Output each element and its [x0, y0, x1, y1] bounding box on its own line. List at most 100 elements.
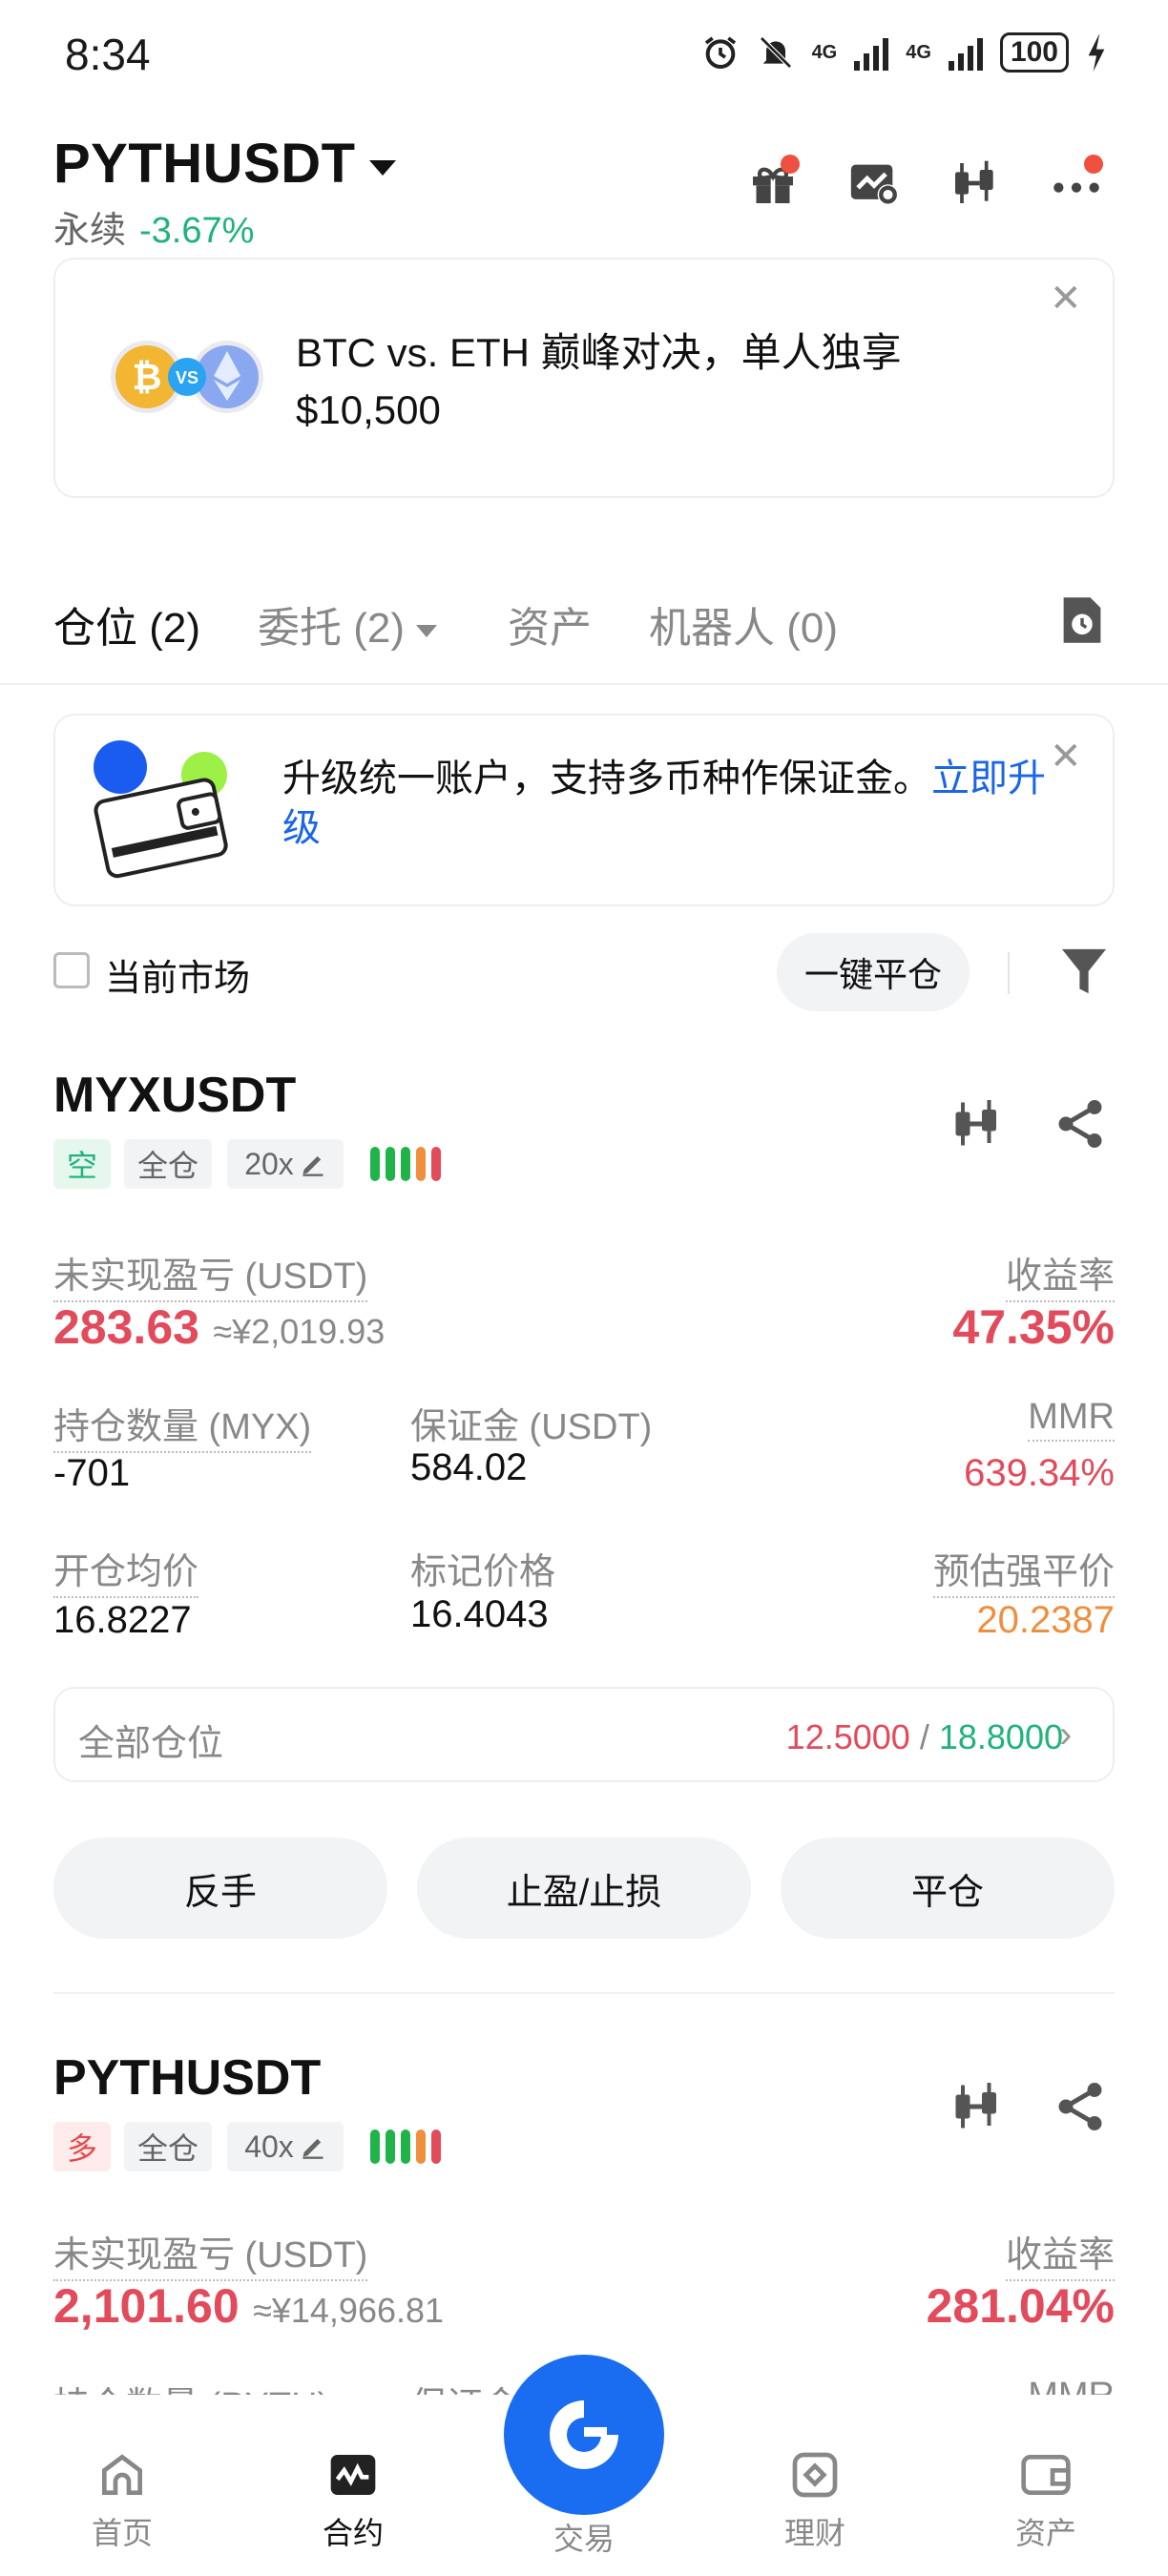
chart-settings-button[interactable]	[844, 153, 905, 214]
share-icon	[1058, 1100, 1102, 1148]
nav-trade-label[interactable]: 交易	[538, 2515, 630, 2559]
take-profit-value: 12.5000	[785, 1717, 910, 1756]
chart-button[interactable]	[949, 1095, 1006, 1157]
contract-type: 永续	[53, 211, 127, 251]
price-change: -3.67%	[139, 211, 255, 251]
tab-orders-label: 委托 (2)	[258, 605, 405, 652]
caret-down-icon	[416, 624, 437, 637]
filter-button[interactable]	[1057, 943, 1111, 1000]
pair-title: PYTHUSDT	[53, 133, 356, 195]
nav-assets-label: 资产	[1014, 2516, 1076, 2550]
history-doc-icon	[1063, 597, 1101, 643]
pair-selector[interactable]: PYTHUSDT	[53, 132, 396, 196]
wallet-icon	[1021, 2455, 1071, 2495]
promo-close-icon[interactable]: ✕	[1050, 277, 1082, 321]
tp-sl-separator: /	[919, 1717, 929, 1756]
candlestick-icon	[955, 2083, 996, 2129]
candlestick-button[interactable]	[945, 153, 1006, 214]
nav-futures[interactable]: 合约	[277, 2448, 429, 2553]
close-position-button[interactable]: 平仓	[781, 1838, 1115, 1939]
unrealized-pnl-label: 未实现盈亏 (USDT)	[53, 2225, 368, 2281]
divider	[53, 1992, 1115, 1994]
signal-icon	[854, 34, 889, 71]
alarm-icon	[704, 36, 736, 69]
leverage-badge[interactable]: 20x	[227, 1139, 344, 1189]
leverage-value: 40x	[244, 2129, 294, 2164]
tab-bots[interactable]: 机器人 (0)	[649, 593, 838, 654]
margin-label: 保证金 (USDT)	[410, 1407, 653, 1447]
unrealized-pnl-cny: ≈¥2,019.93	[213, 1312, 386, 1351]
mute-bell-icon	[759, 36, 792, 69]
unrealized-pnl-value: 283.63	[53, 1300, 199, 1354]
unrealized-pnl: 283.63 ≈¥2,019.93	[53, 1299, 385, 1355]
notification-dot	[1084, 155, 1103, 174]
side-badge-short: 空	[53, 1139, 111, 1189]
leverage-badge[interactable]: 40x	[227, 2122, 344, 2171]
position-symbol[interactable]: PYTHUSDT	[53, 2049, 321, 2107]
more-button[interactable]	[1046, 153, 1107, 214]
edit-icon	[302, 2138, 323, 2159]
trade-logo-icon	[550, 2400, 618, 2469]
trade-fab-button[interactable]	[504, 2355, 664, 2515]
svg-text:₿: ₿	[133, 358, 162, 398]
nav-earn[interactable]: 理财	[739, 2448, 891, 2553]
nav-assets[interactable]: 资产	[970, 2448, 1122, 2553]
unrealized-pnl-cny: ≈¥14,966.81	[253, 2291, 445, 2330]
caret-down-icon	[368, 159, 396, 176]
liq-price-label: 预估强平价	[932, 1542, 1115, 1598]
upgrade-text: 升级统一账户，支持多币种作保证金。立即升级	[282, 754, 1046, 853]
current-market-checkbox[interactable]	[53, 952, 90, 988]
unrealized-pnl-value: 2,101.60	[53, 2279, 240, 2333]
notification-dot	[781, 155, 800, 174]
share-button[interactable]	[1052, 1095, 1109, 1157]
all-positions-label: 全部仓位	[78, 1724, 224, 1764]
side-badge-long: 多	[53, 2122, 111, 2171]
mmr-label: MMR	[1028, 1397, 1115, 1442]
nav-futures-label: 合约	[322, 2516, 384, 2550]
home-icon	[102, 2454, 142, 2495]
margin-mode-badge: 全仓	[124, 1139, 212, 1189]
tab-positions[interactable]: 仓位 (2)	[53, 593, 200, 654]
gift-button[interactable]	[742, 153, 803, 214]
roe-value: 281.04%	[926, 2279, 1115, 2333]
tab-assets[interactable]: 资产	[508, 593, 592, 654]
mark-price-value: 16.4043	[410, 1593, 549, 1635]
battery-level: 100	[999, 32, 1069, 73]
chart-settings-icon	[850, 164, 899, 205]
divider	[1008, 952, 1010, 994]
wallet-illustration	[84, 735, 237, 887]
earn-icon	[792, 2452, 838, 2498]
margin-mode-badge: 全仓	[124, 2122, 212, 2171]
signal-icon-2	[948, 34, 983, 71]
tab-orders[interactable]: 委托 (2)	[258, 593, 437, 654]
reverse-button[interactable]: 反手	[53, 1838, 387, 1939]
chart-button[interactable]	[949, 2078, 1006, 2140]
tp-sl-button[interactable]: 止盈/止损	[417, 1838, 751, 1939]
mark-price-label: 标记价格	[410, 1552, 556, 1592]
entry-price-label: 开仓均价	[53, 1542, 199, 1598]
mmr-value: 639.34%	[964, 1452, 1115, 1494]
promo-line-1: BTC vs. ETH 巅峰对决，单人独享	[296, 330, 902, 375]
share-button[interactable]	[1052, 2078, 1109, 2140]
candlestick-icon	[955, 1100, 996, 1146]
upgrade-close-icon[interactable]: ✕	[1050, 735, 1082, 779]
unrealized-pnl: 2,101.60 ≈¥14,966.81	[53, 2278, 444, 2334]
promo-text: BTC vs. ETH 巅峰对决，单人独享 $10,500	[296, 324, 1021, 439]
roe-value: 47.35%	[952, 1300, 1115, 1354]
tp-sl-values: 12.5000 / 18.8000	[786, 1717, 1063, 1757]
margin-value: 584.02	[410, 1446, 528, 1488]
nav-earn-label: 理财	[783, 2516, 845, 2550]
share-icon	[1058, 2083, 1102, 2130]
unrealized-pnl-label: 未实现盈亏 (USDT)	[53, 1246, 368, 1302]
roe-label: 收益率	[1005, 2225, 1115, 2281]
tab-divider	[0, 683, 1168, 685]
stop-loss-value: 18.8000	[938, 1717, 1063, 1756]
nav-home[interactable]: 首页	[46, 2448, 198, 2553]
close-all-button[interactable]: 一键平仓	[777, 933, 970, 1011]
nav-home-label: 首页	[91, 2516, 153, 2550]
chevron-right-icon: ›	[1059, 1714, 1073, 1755]
promo-line-2: $10,500	[296, 387, 441, 432]
vs-badge: VS	[176, 368, 198, 387]
history-button[interactable]	[1057, 593, 1107, 647]
position-symbol[interactable]: MYXUSDT	[53, 1067, 296, 1124]
